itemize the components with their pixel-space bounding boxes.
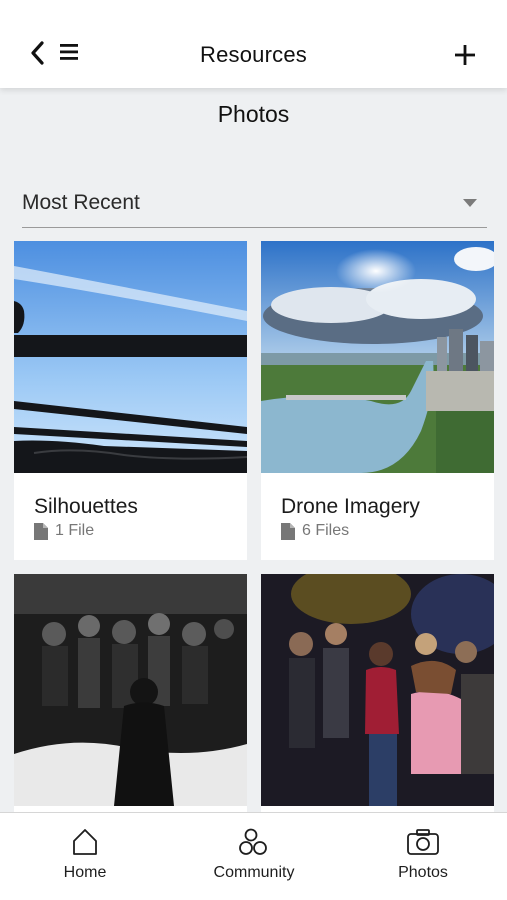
page-title: Resources <box>200 42 307 67</box>
tab-home-label: Home <box>63 864 107 881</box>
album-file-count: 6 Files <box>281 522 349 540</box>
tab-home[interactable]: Home <box>15 813 155 900</box>
top-app-bar: Resources <box>0 0 507 88</box>
album-card-3[interactable] <box>14 574 247 812</box>
caret-down-icon <box>463 199 477 207</box>
album-card-drone-imagery[interactable]: Drone Imagery 6 Files <box>261 241 494 560</box>
file-icon <box>34 522 48 540</box>
tab-photos-label: Photos <box>398 864 448 881</box>
bottom-tab-bar: Home Community Photos <box>0 812 507 900</box>
album-thumbnail <box>14 241 247 473</box>
album-title: Silhouettes <box>34 495 138 518</box>
album-file-count-text: 1 File <box>55 522 95 539</box>
album-card-silhouettes[interactable]: Silhouettes 1 File <box>14 241 247 560</box>
home-icon <box>73 829 97 855</box>
aerial-city-photo <box>261 241 494 473</box>
album-thumbnail <box>261 241 494 473</box>
sort-dropdown[interactable]: Most Recent <box>22 186 487 228</box>
section-title: Photos <box>217 101 290 127</box>
nightclub-crowd-photo <box>261 574 494 806</box>
silhouette-photo <box>14 241 247 473</box>
camera-icon <box>407 829 439 855</box>
album-file-count: 1 File <box>34 522 94 540</box>
album-thumbnail <box>261 574 494 806</box>
tab-photos[interactable]: Photos <box>353 813 493 900</box>
plus-icon <box>455 45 475 65</box>
album-thumbnail <box>14 574 247 806</box>
tab-community-label: Community <box>213 864 295 881</box>
album-card-4[interactable] <box>261 574 494 812</box>
sort-selected-value: Most Recent <box>22 191 140 214</box>
add-button[interactable] <box>452 42 478 68</box>
file-icon <box>281 522 295 540</box>
community-icon <box>239 828 267 855</box>
album-file-count-text: 6 Files <box>302 522 350 539</box>
tab-community[interactable]: Community <box>184 813 324 900</box>
black-white-party-photo <box>14 574 247 806</box>
album-title: Drone Imagery <box>281 495 420 518</box>
